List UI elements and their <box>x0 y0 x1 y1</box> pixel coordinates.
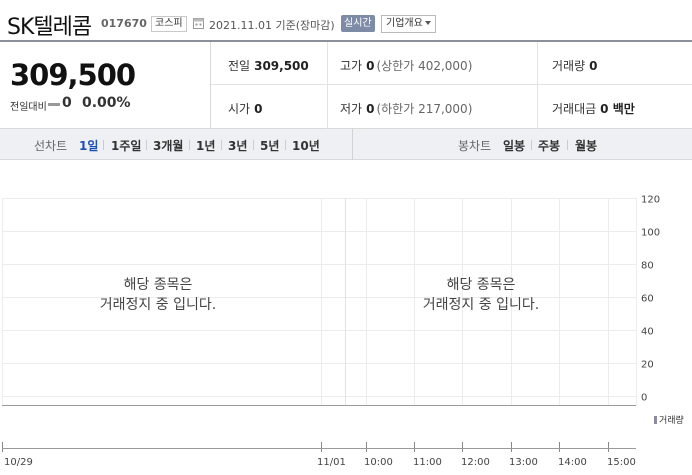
price-panel: 309,500 전일대비 0 0.00% <box>0 42 211 129</box>
period-1d-button[interactable]: 1일 <box>79 137 98 154</box>
volume-legend-marker <box>654 416 657 424</box>
volume-value: 0 <box>589 59 598 73</box>
stock-quote-widget: SK텔레콤 017670 코스피 2021.11.01 기준(장마감) 실시간 … <box>0 0 692 475</box>
trading-halt-message-right: 해당 종목은 거래정지 중 입니다. <box>381 275 581 315</box>
low-label: 저가 <box>340 102 363 116</box>
amount-value: 0 백만 <box>600 102 635 116</box>
halt-message-line: 거래정지 중 입니다. <box>99 297 217 313</box>
x-tick-label: 11:00 <box>413 457 442 468</box>
calendar-icon <box>193 18 204 29</box>
period-separator <box>103 140 104 150</box>
x-tick-label: 14:00 <box>558 457 587 468</box>
prev-close-value: 309,500 <box>254 59 309 73</box>
amount-cell: 거래대금 0 백만 <box>552 100 635 117</box>
y-tick-label: 100 <box>641 228 660 239</box>
period-separator <box>285 140 286 150</box>
candle-weekly-button[interactable]: 주봉 <box>538 137 560 154</box>
prev-close-label: 전일 <box>228 59 251 73</box>
period-separator <box>567 140 568 150</box>
period-bar-divider <box>352 129 353 160</box>
x-tick-label: 10:00 <box>364 457 393 468</box>
quote-divider <box>327 42 328 129</box>
period-5y-button[interactable]: 5년 <box>260 137 279 154</box>
line-chart-label: 선차트 <box>34 139 68 153</box>
x-tick-label: 13:00 <box>509 457 538 468</box>
halt-message-line: 거래정지 중 입니다. <box>422 297 540 313</box>
x-tick-label: 12:00 <box>461 457 490 468</box>
x-tick-label: 15:00 <box>607 457 636 468</box>
volume-label: 거래량 <box>552 59 586 73</box>
open-value: 0 <box>254 102 263 116</box>
open-cell: 시가 0 <box>228 100 262 117</box>
high-value: 0 <box>366 59 375 73</box>
change-label: 전일대비 <box>10 102 47 113</box>
period-separator <box>146 140 147 150</box>
high-label: 고가 <box>340 59 363 73</box>
period-separator <box>189 140 190 150</box>
halt-message-line: 해당 종목은 <box>446 277 516 293</box>
period-3m-button[interactable]: 3개월 <box>153 137 183 154</box>
quote-divider <box>537 42 538 129</box>
low-cell: 저가 0 (하한가 217,000) <box>340 100 472 117</box>
period-1w-button[interactable]: 1주일 <box>111 137 141 154</box>
chart-canvas: 120 100 80 60 40 20 0 10/29 11/01 10:00 11:00 12:00… <box>2 195 660 468</box>
x-tick-label: 11/01 <box>317 457 346 468</box>
volume-legend-label: 거래량 <box>659 416 684 426</box>
prev-close-cell: 전일 309,500 <box>228 57 309 74</box>
change-percent: 0.00% <box>82 95 131 111</box>
y-tick-label: 60 <box>641 294 654 305</box>
upper-limit: (상한가 402,000) <box>376 59 473 73</box>
x-tick-label: 10/29 <box>4 457 33 468</box>
price-chart[interactable]: 120 100 80 60 40 20 0 10/29 11/01 10:00 11:00 12:00… <box>0 160 692 475</box>
chevron-down-icon <box>424 21 431 25</box>
trading-halt-message-left: 해당 종목은 거래정지 중 입니다. <box>58 275 258 315</box>
y-tick-label: 120 <box>641 195 660 206</box>
volume-cell: 거래량 0 <box>552 57 597 74</box>
halt-message-line: 해당 종목은 <box>123 277 193 293</box>
stock-code: 017670 <box>101 17 147 30</box>
current-price: 309,500 <box>10 58 136 92</box>
market-badge: 코스피 <box>151 16 187 32</box>
y-tick-label: 80 <box>641 261 654 272</box>
change-value: 0 <box>62 95 72 111</box>
period-3y-button[interactable]: 3년 <box>228 137 247 154</box>
company-name[interactable]: SK텔레콤 <box>7 9 92 41</box>
realtime-button[interactable]: 실시간 <box>341 15 375 32</box>
amount-label: 거래대금 <box>552 102 597 116</box>
period-bar: 선차트 1일 1주일 3개월 1년 3년 5년 10년 봉차트 일봉 주봉 월봉 <box>0 129 692 160</box>
candle-monthly-button[interactable]: 월봉 <box>575 137 597 154</box>
y-tick-label: 20 <box>641 360 654 371</box>
period-separator <box>531 140 532 150</box>
y-tick-label: 40 <box>641 327 654 338</box>
company-overview-dropdown[interactable]: 기업개요 <box>381 15 436 33</box>
period-separator <box>253 140 254 150</box>
lower-limit: (하한가 217,000) <box>376 102 473 116</box>
quote-date: 2021.11.01 기준(장마감) <box>209 19 335 32</box>
period-separator <box>221 140 222 150</box>
candle-daily-button[interactable]: 일봉 <box>503 137 525 154</box>
y-tick-label: 0 <box>641 393 647 404</box>
high-cell: 고가 0 (상한가 402,000) <box>340 57 472 74</box>
period-1y-button[interactable]: 1년 <box>196 137 215 154</box>
candle-chart-label: 봉차트 <box>458 139 492 153</box>
period-10y-button[interactable]: 10년 <box>292 137 320 154</box>
quote-grid: 전일 309,500 고가 0 (상한가 402,000) 거래량 0 시가 0 저가 0(… <box>211 42 692 129</box>
open-label: 시가 <box>228 102 251 116</box>
quote-row-1: 전일 309,500 고가 0 (상한가 402,000) 거래량 0 <box>211 42 692 85</box>
quote-row-2: 시가 0 저가 0 (하한가 217,000) 거래대금 0 백만 <box>211 85 692 128</box>
low-value: 0 <box>366 102 375 116</box>
no-change-icon <box>48 103 60 106</box>
volume-legend: 거래량 <box>654 413 684 426</box>
company-overview-label: 기업개요 <box>386 18 423 29</box>
stock-header: SK텔레콤 017670 코스피 2021.11.01 기준(장마감) 실시간 … <box>0 0 692 42</box>
